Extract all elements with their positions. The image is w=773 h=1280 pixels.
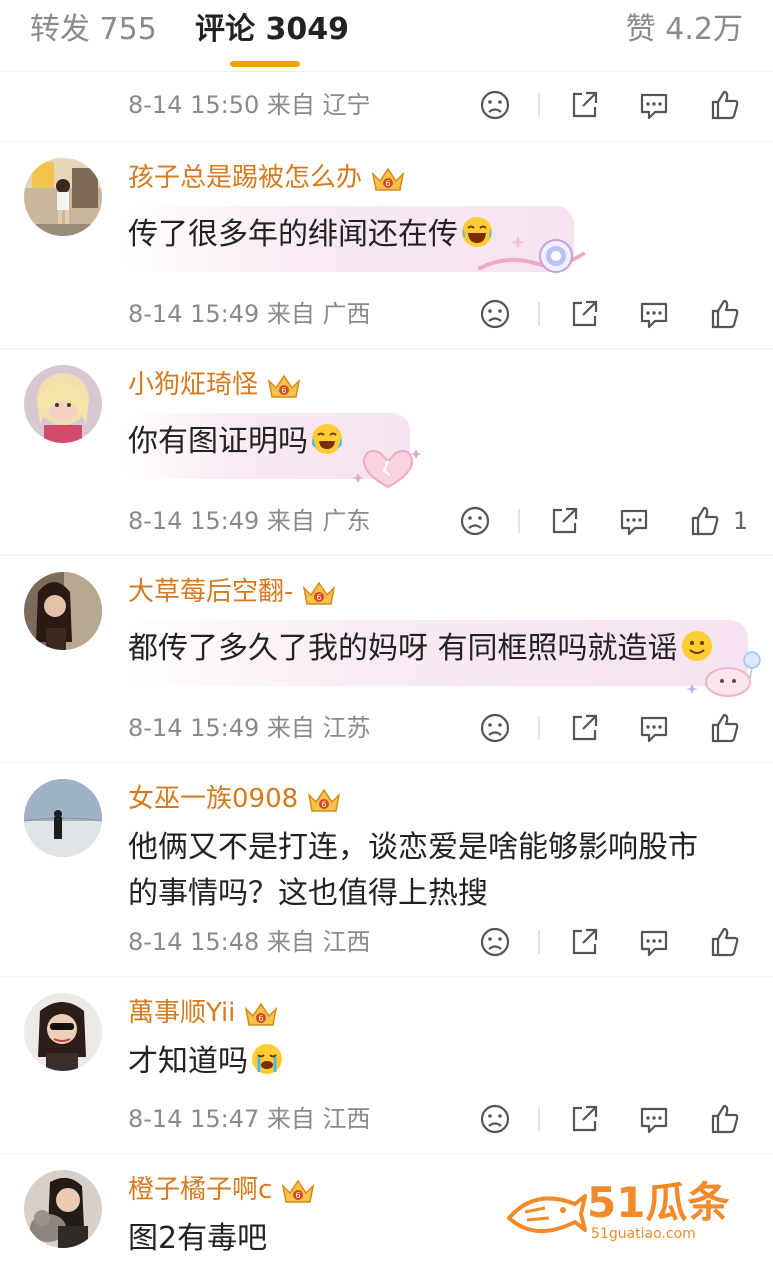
svg-text:6: 6	[259, 1014, 264, 1023]
svg-text:6: 6	[281, 386, 286, 395]
avatar[interactable]	[24, 993, 102, 1071]
reply-icon[interactable]	[636, 87, 672, 123]
username[interactable]: 橙子橘子啊c 6	[128, 1172, 316, 1208]
comment-text: 你有图证明吗	[128, 419, 344, 465]
divider	[518, 509, 520, 533]
like-icon[interactable]	[707, 710, 743, 746]
comment-meta: 8-14 15:49 来自 广东	[128, 507, 371, 535]
like-icon[interactable]	[707, 924, 743, 960]
reply-icon[interactable]	[636, 924, 672, 960]
share-icon[interactable]	[566, 710, 602, 746]
share-icon[interactable]	[566, 296, 602, 332]
dislike-icon[interactable]	[477, 87, 513, 123]
reply-icon[interactable]	[616, 503, 652, 539]
svg-text:6: 6	[385, 179, 390, 188]
comment-meta: 8-14 15:48 来自 江西	[128, 928, 371, 956]
share-icon[interactable]	[566, 924, 602, 960]
tab-repost[interactable]: 转发 755	[30, 10, 157, 50]
share-icon[interactable]	[566, 1101, 602, 1137]
dislike-icon[interactable]	[477, 1101, 513, 1137]
like-count: 1	[733, 507, 749, 535]
divider	[538, 302, 540, 326]
watermark-logo: 51瓜条 51guatiao.com	[505, 1178, 745, 1244]
svg-text:6: 6	[322, 800, 327, 809]
comment-meta-row: 8-14 15:50 来自 辽宁	[0, 83, 773, 127]
comment-meta: 8-14 15:47 来自 江西	[128, 1105, 371, 1133]
bubble-ornament-icon	[478, 236, 585, 273]
vip-crown-icon: 6	[306, 785, 342, 815]
tab-comments[interactable]: 评论 3049	[195, 10, 349, 50]
avatar[interactable]	[24, 1170, 102, 1248]
tab-likes[interactable]: 赞 4.2万	[626, 10, 743, 50]
comment-item: 大草莓后空翻- 6 都传了多久了我的妈呀 有同框照吗就造谣 8-14 15:49 …	[0, 555, 773, 762]
comment-meta-row: 8-14 15:49 来自 江苏	[0, 706, 773, 750]
vip-crown-icon: 6	[280, 1176, 316, 1206]
avatar[interactable]	[24, 572, 102, 650]
comment-text: 都传了多久了我的妈呀 有同框照吗就造谣	[128, 626, 714, 672]
like-icon[interactable]	[707, 87, 743, 123]
comment-meta: 8-14 15:50 来自 辽宁	[128, 91, 371, 119]
avatar[interactable]	[24, 365, 102, 443]
avatar[interactable]	[24, 779, 102, 857]
comment-item: 孩子总是踢被怎么办 6 传了很多年的绯闻还在传 8-14 15:49 来自 广西	[0, 141, 773, 348]
dislike-icon[interactable]	[477, 296, 513, 332]
vip-crown-icon: 6	[266, 371, 302, 401]
comment-text: 传了很多年的绯闻还在传	[128, 212, 494, 258]
share-icon[interactable]	[566, 87, 602, 123]
share-icon[interactable]	[546, 503, 582, 539]
vip-crown-icon: 6	[301, 578, 337, 608]
svg-text:6: 6	[317, 593, 322, 602]
username[interactable]: 大草莓后空翻- 6	[128, 574, 337, 610]
like-icon[interactable]	[687, 503, 723, 539]
divider	[538, 930, 540, 954]
comment-item: 女巫一族0908 6 他俩又不是打连，谈恋爱是啥能够影响股市 的事情吗？这也值得上…	[0, 762, 773, 976]
comment-meta: 8-14 15:49 来自 广西	[128, 300, 371, 328]
crying-emoji	[250, 1042, 284, 1076]
username[interactable]: 萬事顺Yii 6	[128, 995, 279, 1031]
watermark-url: 51guatiao.com	[591, 1226, 696, 1242]
bubble-cloud-ornament-icon	[686, 651, 761, 697]
dislike-icon[interactable]	[477, 924, 513, 960]
comment-text: 图2有毒吧	[128, 1221, 268, 1256]
comment-text: 他俩又不是打连，谈恋爱是啥能够影响股市 的事情吗？这也值得上热搜	[128, 830, 698, 911]
vip-crown-icon: 6	[370, 164, 406, 194]
username[interactable]: 小狗炡琦怪 6	[128, 367, 302, 403]
comment-meta-row: 8-14 15:47 来自 江西	[0, 1097, 773, 1141]
bubble-heart-ornament-icon	[352, 449, 422, 489]
reply-icon[interactable]	[636, 296, 672, 332]
username[interactable]: 女巫一族0908 6	[128, 781, 342, 817]
dislike-icon[interactable]	[457, 503, 493, 539]
reply-icon[interactable]	[636, 710, 672, 746]
svg-text:6: 6	[296, 1191, 301, 1200]
comment-meta: 8-14 15:49 来自 江苏	[128, 714, 371, 742]
comment-text: 才知道吗	[128, 1039, 284, 1085]
divider	[538, 93, 540, 117]
dislike-icon[interactable]	[477, 710, 513, 746]
watermark-brand: 51瓜条	[587, 1178, 730, 1227]
like-icon[interactable]	[707, 296, 743, 332]
fish-logo-icon	[507, 1194, 587, 1234]
comment-meta-row: 8-14 15:48 来自 江西	[0, 920, 773, 964]
divider	[538, 716, 540, 740]
laugh-cry-emoji	[310, 422, 344, 456]
comment-item: 小狗炡琦怪 6 你有图证明吗 8-14 15:49 来自 广东 1	[0, 348, 773, 555]
comment-tabs: 转发 755 评论 3049 赞 4.2万	[0, 0, 773, 72]
active-tab-indicator	[230, 61, 300, 67]
divider	[538, 1107, 540, 1131]
username[interactable]: 孩子总是踢被怎么办 6	[128, 160, 406, 196]
comment-meta-row: 8-14 15:49 来自 广西	[0, 292, 773, 336]
like-icon[interactable]	[707, 1101, 743, 1137]
comment-meta-row: 8-14 15:49 来自 广东 1	[0, 499, 773, 543]
comment-item: 萬事顺Yii 6 才知道吗 8-14 15:47 来自 江西	[0, 976, 773, 1153]
vip-crown-icon: 6	[243, 999, 279, 1029]
reply-icon[interactable]	[636, 1101, 672, 1137]
avatar[interactable]	[24, 158, 102, 236]
